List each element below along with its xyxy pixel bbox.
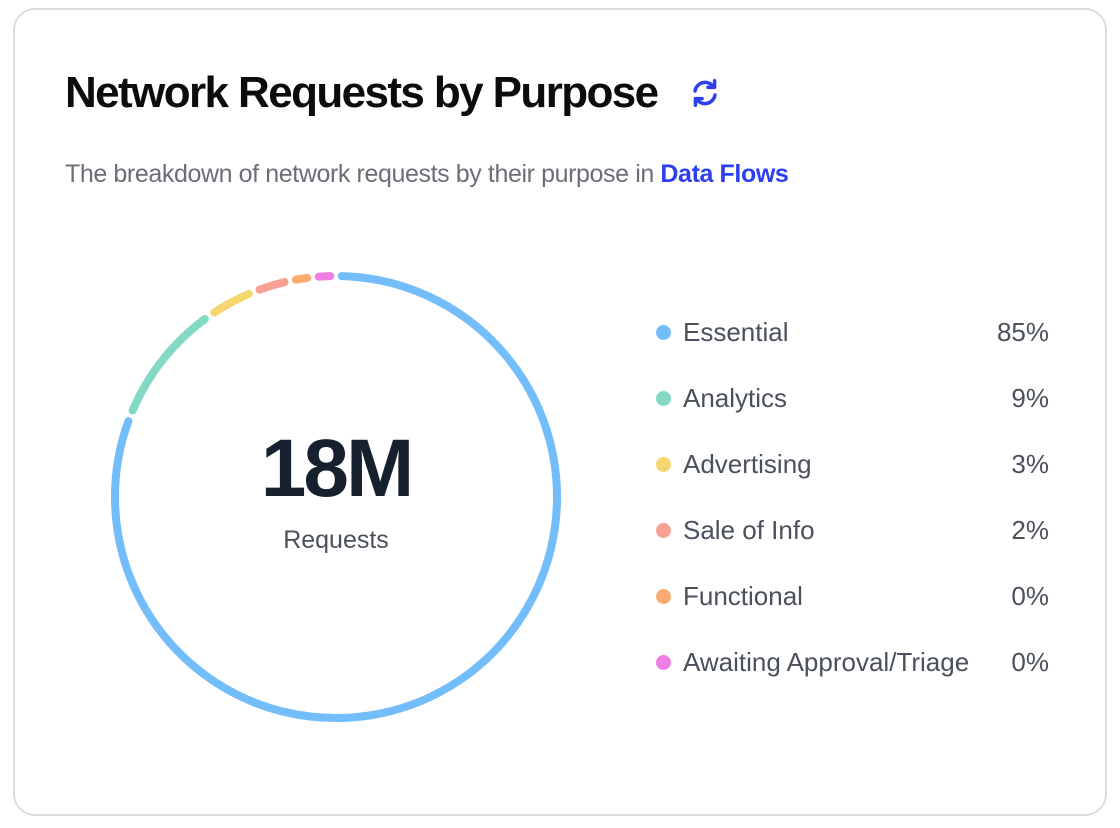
legend-dot — [656, 655, 671, 670]
data-flows-link[interactable]: Data Flows — [660, 160, 788, 188]
donut-segment-sale-of-info — [255, 278, 289, 294]
legend-item-functional: Functional 0% — [655, 574, 1049, 640]
total-requests-label: Requests — [283, 526, 389, 554]
legend-dot — [656, 457, 671, 472]
legend-label: Advertising — [683, 449, 812, 479]
legend-dot — [656, 325, 671, 340]
title-row: Network Requests by Purpose — [65, 66, 722, 120]
donut-segment-analytics — [128, 315, 209, 415]
legend-item-sale-of-info: Sale of Info 2% — [655, 508, 1049, 574]
legend-value: 9% — [1011, 383, 1049, 413]
legend-value: 85% — [996, 317, 1049, 347]
legend-label: Analytics — [683, 383, 788, 413]
legend-dot — [656, 391, 671, 406]
donut-segment-advertising — [210, 289, 253, 317]
chart-legend: Essential 85% Analytics 9% Advertising 3% Sale… — [655, 310, 1049, 706]
legend-value: 0% — [1011, 647, 1049, 677]
legend-label: Sale of Info — [683, 515, 815, 545]
legend-value: 0% — [1011, 581, 1049, 611]
subtitle-text: The breakdown of network requests by the… — [65, 160, 661, 188]
refresh-button[interactable] — [688, 76, 722, 110]
card-subtitle: The breakdown of network requests by the… — [65, 160, 789, 189]
legend-label: Essential — [683, 317, 789, 347]
legend-label: Awaiting Approval/Triage — [683, 647, 970, 677]
legend-dot — [656, 589, 671, 604]
legend-item-awaiting-approval-triage: Awaiting Approval/Triage 0% — [655, 640, 1049, 706]
total-requests-value: 18M — [260, 423, 415, 514]
legend-item-advertising: Advertising 3% — [655, 442, 1049, 508]
donut-segment-awaiting-approval-triage — [314, 272, 335, 281]
card-title: Network Requests by Purpose — [65, 68, 659, 117]
legend-value: 2% — [1011, 515, 1049, 545]
legend-item-essential: Essential 85% — [655, 310, 1049, 376]
legend-dot — [656, 523, 671, 538]
legend-value: 3% — [1011, 449, 1049, 479]
legend-label: Functional — [683, 581, 803, 611]
legend-item-analytics: Analytics 9% — [655, 376, 1049, 442]
refresh-icon — [692, 78, 717, 108]
donut-segment-functional — [291, 273, 312, 284]
chart-card: Network Requests by Purpose The breakdow… — [13, 8, 1107, 816]
